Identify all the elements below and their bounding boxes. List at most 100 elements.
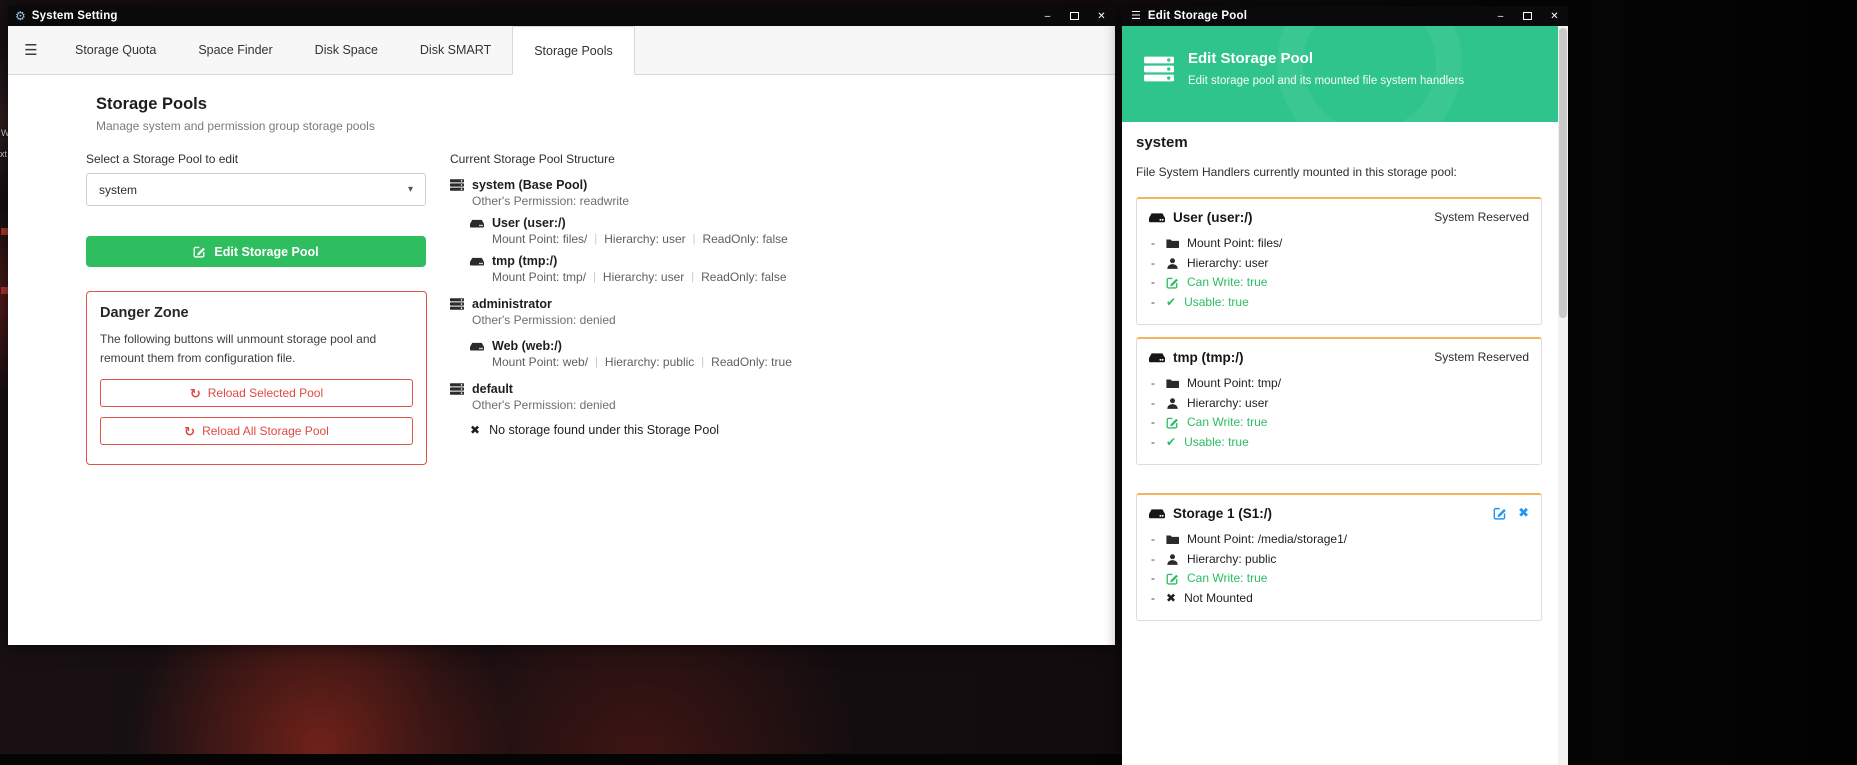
separator: | — [701, 356, 704, 368]
handler-row: - Can Write: true — [1149, 569, 1529, 589]
storage-readonly: ReadOnly: false — [702, 232, 787, 246]
chevron-down-icon: ▾ — [408, 184, 413, 195]
hdd-icon — [470, 216, 484, 230]
cross-icon: ✖ — [1166, 592, 1176, 604]
tab-storage-quota[interactable]: Storage Quota — [54, 26, 177, 74]
fs-handler-card-user: User (user:/) System Reserved - Mount Po… — [1136, 197, 1542, 325]
handler-title: User (user:/) — [1173, 210, 1253, 225]
handler-row: - Hierarchy: public — [1149, 550, 1529, 570]
dash: - — [1151, 589, 1158, 609]
pool-permission: Other's Permission: denied — [472, 398, 792, 412]
danger-zone-title: Danger Zone — [100, 305, 413, 321]
handlers-description: File System Handlers currently mounted i… — [1136, 165, 1542, 179]
tab-space-finder[interactable]: Space Finder — [177, 26, 293, 74]
dash: - — [1151, 394, 1158, 414]
scrollbar[interactable] — [1558, 26, 1568, 765]
dash: - — [1151, 433, 1158, 453]
person-icon — [1166, 257, 1179, 270]
hdd-icon — [470, 254, 484, 268]
dash: - — [1151, 293, 1158, 313]
edit-pencil-icon — [1166, 276, 1179, 289]
storage-hierarchy: Hierarchy: public — [605, 355, 694, 369]
handler-title: Storage 1 (S1:/) — [1173, 506, 1272, 521]
handler-row: - Hierarchy: user — [1149, 254, 1529, 274]
header-subtitle: Edit storage pool and its mounted file s… — [1188, 75, 1464, 87]
dash: - — [1151, 273, 1158, 293]
edit-handler-icon[interactable] — [1493, 506, 1507, 520]
dash: - — [1151, 234, 1158, 254]
row-text: Not Mounted — [1184, 589, 1253, 609]
empty-pool-text: No storage found under this Storage Pool — [489, 423, 719, 437]
page-subtitle: Manage system and permission group stora… — [96, 119, 375, 133]
minimize-button[interactable]: – — [1034, 6, 1061, 26]
tab-bar: ☰ Storage Quota Space Finder Disk Space … — [8, 26, 1115, 75]
gear-icon: ⚙ — [15, 10, 26, 22]
storage-item: User (user:/) Mount Point: files/ | Hier… — [470, 216, 792, 246]
check-icon: ✔ — [1166, 436, 1176, 448]
row-text: Can Write: true — [1187, 273, 1267, 293]
row-text: Hierarchy: public — [1187, 550, 1276, 570]
dash: - — [1151, 413, 1158, 433]
reload-all-pool-button[interactable]: ↻ Reload All Storage Pool — [100, 417, 413, 445]
pool-item-system: system (Base Pool) Other's Permission: r… — [450, 178, 792, 284]
hamburger-menu-button[interactable]: ☰ — [8, 26, 54, 74]
maximize-button[interactable] — [1061, 6, 1088, 26]
storage-hierarchy: Hierarchy: user — [604, 232, 685, 246]
storage-mount: Mount Point: files/ — [492, 232, 587, 246]
reload-selected-pool-button[interactable]: ↻ Reload Selected Pool — [100, 379, 413, 407]
close-button[interactable]: ✕ — [1541, 6, 1568, 26]
pool-permission: Other's Permission: readwrite — [472, 194, 792, 208]
server-icon — [450, 382, 464, 396]
maximize-button[interactable] — [1514, 6, 1541, 26]
scrollbar-thumb[interactable] — [1559, 28, 1567, 318]
handler-row: - Mount Point: /media/storage1/ — [1149, 530, 1529, 550]
storage-name: tmp (tmp:/) — [492, 254, 557, 268]
edit-storage-pool-button[interactable]: Edit Storage Pool — [86, 236, 426, 267]
edit-pencil-icon — [1166, 416, 1179, 429]
row-text: Usable: true — [1184, 293, 1249, 313]
handler-row: - Mount Point: tmp/ — [1149, 374, 1529, 394]
watermark-circle — [1277, 26, 1462, 122]
structure-title: Current Storage Pool Structure — [450, 152, 615, 166]
pool-select-label: Select a Storage Pool to edit — [86, 152, 238, 166]
maximize-icon — [1523, 12, 1532, 20]
row-text: Mount Point: tmp/ — [1187, 374, 1281, 394]
pool-select-dropdown[interactable]: system ▾ — [86, 173, 426, 206]
pool-name: system (Base Pool) — [472, 178, 587, 192]
taskbar[interactable] — [0, 754, 1122, 765]
remove-handler-icon[interactable]: ✖ — [1518, 505, 1529, 521]
storage-readonly: ReadOnly: true — [711, 355, 792, 369]
tab-disk-smart[interactable]: Disk SMART — [399, 26, 512, 74]
hdd-icon — [1149, 349, 1165, 365]
edit-pool-header: Edit Storage Pool Edit storage pool and … — [1122, 26, 1558, 122]
dash: - — [1151, 374, 1158, 394]
storage-mount: Mount Point: web/ — [492, 355, 588, 369]
maximize-icon — [1070, 12, 1079, 20]
window-title: System Setting — [32, 10, 118, 22]
minimize-button[interactable]: – — [1487, 6, 1514, 26]
reload-selected-pool-label: Reload Selected Pool — [208, 386, 323, 400]
edit-pencil-icon — [1166, 572, 1179, 585]
danger-zone-card: Danger Zone The following buttons will u… — [86, 291, 427, 465]
edit-pencil-icon — [193, 245, 206, 258]
server-icon — [450, 297, 464, 311]
storage-pool-icon — [1144, 54, 1174, 84]
tab-storage-pools[interactable]: Storage Pools — [512, 26, 635, 75]
system-setting-window: ⚙ System Setting – ✕ ☰ Storage Quota Spa… — [8, 6, 1115, 645]
close-button[interactable]: ✕ — [1088, 6, 1115, 26]
header-title: Edit Storage Pool — [1188, 50, 1313, 67]
desktop-icon-fragment — [1, 228, 8, 235]
pool-select-value: system — [99, 183, 137, 197]
edit-storage-pool-window: ☰ Edit Storage Pool – ✕ Edit Storage Poo… — [1122, 6, 1568, 765]
titlebar[interactable]: ☰ Edit Storage Pool – ✕ — [1122, 6, 1568, 26]
desktop-icon-fragment — [1, 287, 8, 294]
dash: - — [1151, 550, 1158, 570]
pool-name: default — [472, 382, 513, 396]
dash: - — [1151, 254, 1158, 274]
pool-name-heading: system — [1136, 134, 1542, 151]
hamburger-icon: ☰ — [1131, 11, 1141, 22]
titlebar[interactable]: ⚙ System Setting – ✕ — [8, 6, 1115, 26]
storage-item: tmp (tmp:/) Mount Point: tmp/ | Hierarch… — [470, 254, 792, 284]
tab-disk-space[interactable]: Disk Space — [294, 26, 399, 74]
refresh-icon: ↻ — [190, 387, 201, 400]
